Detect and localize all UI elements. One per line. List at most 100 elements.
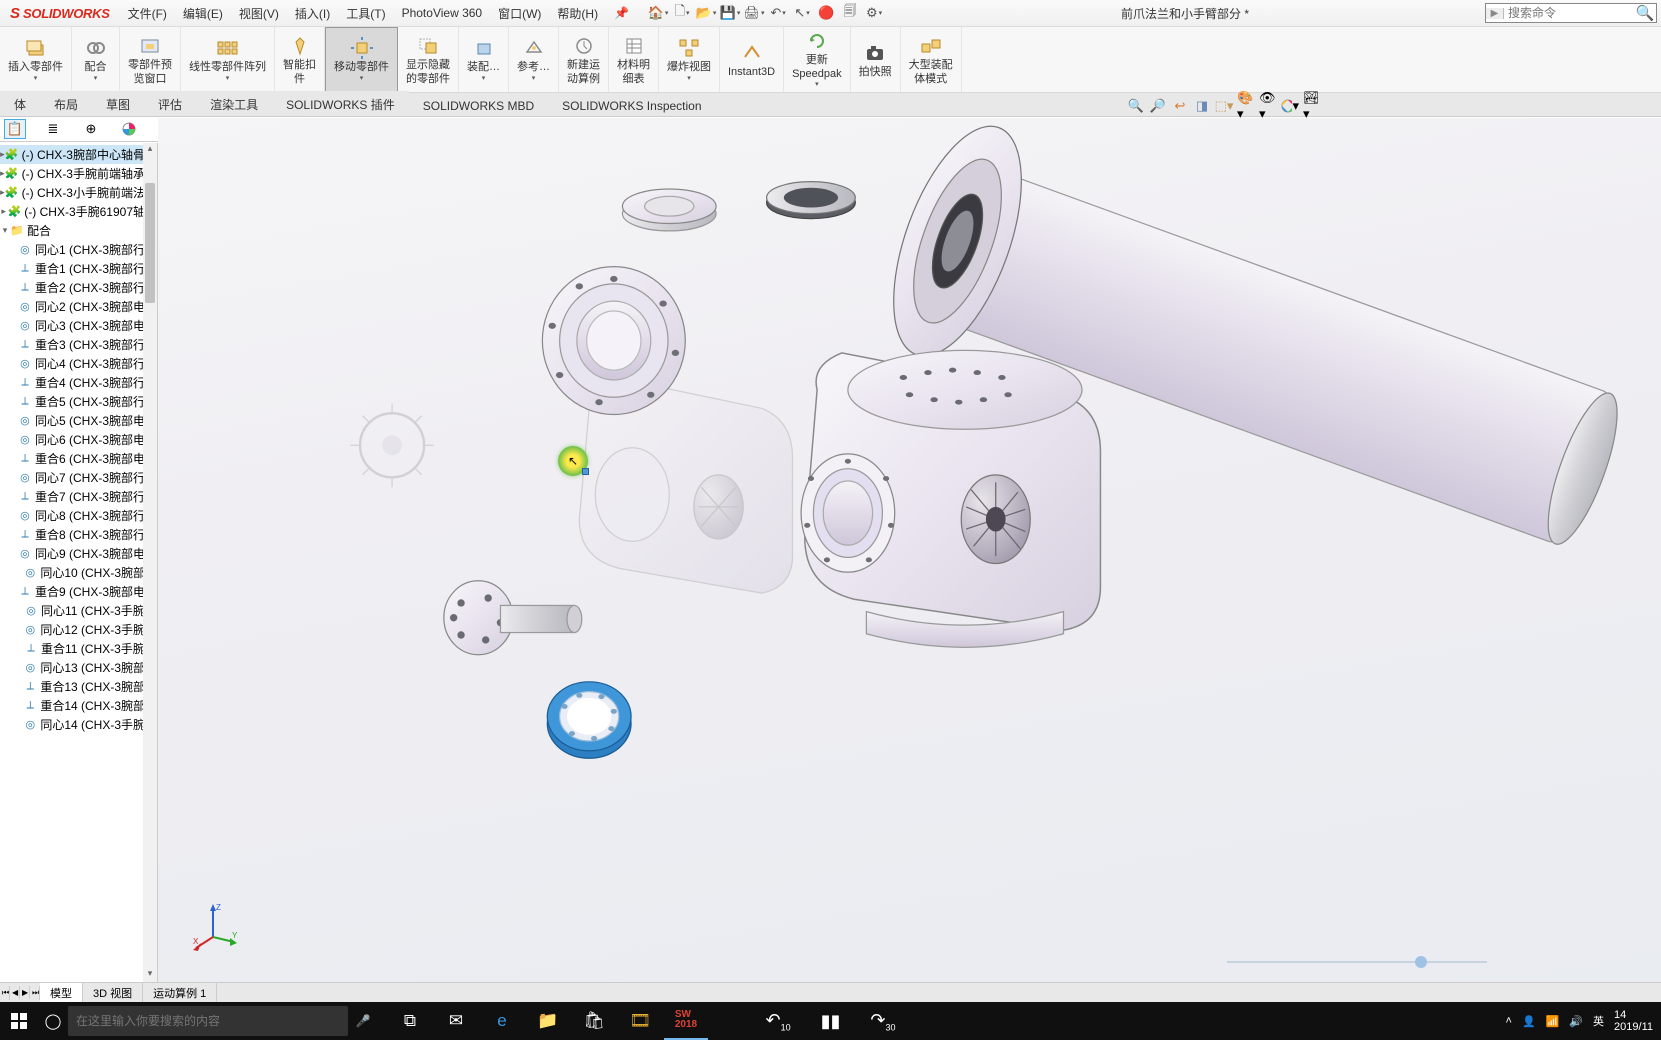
assembly-features-button[interactable]: 装配…▾ xyxy=(459,27,509,92)
tab-nav-next-icon[interactable]: ▶ xyxy=(20,986,30,999)
tree-item[interactable]: ◎ 同心10 (CHX-3腕部电 xyxy=(0,563,157,582)
bom-button[interactable]: 材料明 细表 xyxy=(609,27,659,92)
display-style-icon[interactable]: 🎨▾ xyxy=(1237,97,1255,115)
bottom-tab-motion[interactable]: 运动算例 1 xyxy=(143,983,217,1003)
tab-nav-first-icon[interactable]: ⏮ xyxy=(0,986,10,1000)
menu-edit[interactable]: 编辑(E) xyxy=(175,5,231,22)
command-search[interactable]: ▶ 🔍 xyxy=(1485,3,1657,23)
settings-icon[interactable]: ⚙▾ xyxy=(863,3,885,23)
menu-help[interactable]: 帮助(H) xyxy=(549,5,606,22)
search-scope-icon[interactable]: ▶ xyxy=(1486,8,1504,19)
tree-item[interactable]: ⟂ 重合1 (CHX-3腕部行基 xyxy=(0,259,157,278)
tab-layout[interactable]: 布局 xyxy=(40,91,92,116)
menu-view[interactable]: 视图(V) xyxy=(231,5,287,22)
tree-scrollbar[interactable]: ▴ ▾ xyxy=(143,143,157,982)
update-speedpak-button[interactable]: 更新 Speedpak▾ xyxy=(784,27,851,92)
tab-mbd[interactable]: SOLIDWORKS MBD xyxy=(409,94,548,116)
show-hidden-button[interactable]: 显示隐藏 的零部件 xyxy=(398,27,459,92)
media-pause-icon[interactable]: ▮▮ xyxy=(821,1011,841,1032)
tab-nav-prev-icon[interactable]: ◀ xyxy=(10,986,20,999)
media-forward-icon[interactable]: ↷30 xyxy=(870,1010,895,1033)
timeline-scrubber[interactable] xyxy=(1227,956,1487,968)
tab-addins[interactable]: SOLIDWORKS 插件 xyxy=(272,91,409,116)
menu-file[interactable]: 文件(F) xyxy=(120,5,175,22)
menu-photoview[interactable]: PhotoView 360 xyxy=(394,6,491,20)
exploded-view-button[interactable]: 爆炸视图▾ xyxy=(659,27,720,92)
move-component-button[interactable]: 移动零部件▾ xyxy=(325,27,398,92)
taskbar-search-input[interactable] xyxy=(76,1014,340,1028)
tree-item[interactable]: ▸ 🧩 (-) CHX-3腕部中心轴骨架 xyxy=(0,145,157,164)
tray-ime[interactable]: 英 xyxy=(1593,1013,1604,1029)
prev-view-icon[interactable]: ↩ xyxy=(1171,97,1189,115)
reference-geometry-button[interactable]: 参考…▾ xyxy=(509,27,559,92)
pin-menu-icon[interactable]: 📌 xyxy=(606,6,637,20)
view-orientation-icon[interactable]: ⬚▾ xyxy=(1215,97,1233,115)
search-input[interactable] xyxy=(1504,6,1634,20)
tree-item[interactable]: ◎ 同心8 (CHX-3腕部行基 xyxy=(0,506,157,525)
options-icon[interactable]: 🗐 xyxy=(839,3,861,23)
tray-chevron-icon[interactable]: ˄ xyxy=(1506,1015,1512,1027)
tree-item[interactable]: ◎ 同心1 (CHX-3腕部行基 xyxy=(0,240,157,259)
expand-icon[interactable]: ▸ xyxy=(0,206,7,217)
task-view-icon[interactable]: ⧉ xyxy=(388,1002,432,1040)
menu-insert[interactable]: 插入(I) xyxy=(287,5,338,22)
taskbar-search[interactable] xyxy=(68,1006,348,1036)
hide-show-icon[interactable]: 👁▾ xyxy=(1259,97,1277,115)
cortana-icon[interactable]: ◯ xyxy=(38,1012,68,1030)
tray-volume-icon[interactable]: 🔊 xyxy=(1569,1015,1583,1028)
insert-component-button[interactable]: 插入零部件▾ xyxy=(0,27,72,92)
tree-item[interactable]: ◎ 同心3 (CHX-3腕部电机 xyxy=(0,316,157,335)
configuration-tab-icon[interactable]: ⊕ xyxy=(80,119,102,139)
feature-manager-tree[interactable]: ▸ 🧩 (-) CHX-3腕部中心轴骨架 ▸ 🧩 (-) CHX-3手腕前端轴承… xyxy=(0,143,158,982)
dimxpert-tab-icon[interactable] xyxy=(118,119,140,139)
tree-item[interactable]: ◎ 同心11 (CHX-3手腕直 xyxy=(0,601,157,620)
scene-icon[interactable]: 🏞▾ xyxy=(1303,97,1321,115)
expand-icon[interactable]: ▾ xyxy=(0,225,10,236)
tray-time[interactable]: 142019/11 xyxy=(1614,1009,1653,1033)
media-back-icon[interactable]: ↶10 xyxy=(765,1010,790,1033)
tree-item[interactable]: ▾ 📁 配合 xyxy=(0,221,157,240)
select-icon[interactable]: ↖▾ xyxy=(791,3,813,23)
tree-item[interactable]: ⟂ 重合14 (CHX-3腕部行 xyxy=(0,696,157,715)
property-manager-tab-icon[interactable]: ≣ xyxy=(42,119,64,139)
tab-evaluate[interactable]: 评估 xyxy=(144,91,196,116)
new-doc-icon[interactable]: 🗋▾ xyxy=(671,3,693,23)
tree-item[interactable]: ⟂ 重合4 (CHX-3腕部行基 xyxy=(0,373,157,392)
bottom-tab-model[interactable]: 模型 xyxy=(40,983,83,1003)
feature-tree-tab-icon[interactable]: 📋 xyxy=(4,119,26,139)
zoom-fit-icon[interactable]: 🔍 xyxy=(1127,97,1145,115)
tree-item[interactable]: ▸ 🧩 (-) CHX-3小手腕前端法兰 xyxy=(0,183,157,202)
tree-item[interactable]: ⟂ 重合7 (CHX-3腕部行基 xyxy=(0,487,157,506)
scroll-down-icon[interactable]: ▾ xyxy=(143,968,157,982)
tree-item[interactable]: ◎ 同心12 (CHX-3手腕直 xyxy=(0,620,157,639)
tab-body[interactable]: 体 xyxy=(0,91,40,116)
tree-item[interactable]: ▸ 🧩 (-) CHX-3手腕61907轴承 xyxy=(0,202,157,221)
tree-item[interactable]: ◎ 同心2 (CHX-3腕部电机 xyxy=(0,297,157,316)
search-icon[interactable]: 🔍 xyxy=(1634,4,1656,22)
open-icon[interactable]: 📂▾ xyxy=(695,3,717,23)
save-icon[interactable]: 💾▾ xyxy=(719,3,741,23)
section-view-icon[interactable]: ◨ xyxy=(1193,97,1211,115)
tree-item[interactable]: ◎ 同心4 (CHX-3腕部行基 xyxy=(0,354,157,373)
print-icon[interactable]: 🖨▾ xyxy=(743,3,765,23)
tab-inspection[interactable]: SOLIDWORKS Inspection xyxy=(548,94,715,116)
store-app-icon[interactable]: 🛍 xyxy=(572,1002,616,1040)
large-assembly-button[interactable]: 大型装配 体模式 xyxy=(901,27,962,92)
tree-item[interactable]: ⟂ 重合8 (CHX-3腕部行基 xyxy=(0,525,157,544)
appearance-icon[interactable]: ▾ xyxy=(1281,97,1299,115)
snapshot-button[interactable]: 拍快照 xyxy=(851,27,901,92)
explorer-app-icon[interactable]: 📁 xyxy=(526,1002,570,1040)
tree-item[interactable]: ◎ 同心6 (CHX-3腕部电机 xyxy=(0,430,157,449)
menu-window[interactable]: 窗口(W) xyxy=(490,5,549,22)
rebuild-icon[interactable]: 🔴 xyxy=(815,3,837,23)
tree-item[interactable]: ⟂ 重合3 (CHX-3腕部行基 xyxy=(0,335,157,354)
home-icon[interactable]: 🏠▾ xyxy=(647,3,669,23)
bottom-tab-3dview[interactable]: 3D 视图 xyxy=(83,983,143,1003)
tree-item[interactable]: ▸ 🧩 (-) CHX-3手腕前端轴承顶 xyxy=(0,164,157,183)
scroll-up-icon[interactable]: ▴ xyxy=(143,143,157,157)
tab-nav-last-icon[interactable]: ⏭ xyxy=(30,986,40,1000)
undo-icon[interactable]: ↶▾ xyxy=(767,3,789,23)
zoom-area-icon[interactable]: 🔎 xyxy=(1149,97,1167,115)
potplayer-app-icon[interactable]: 🎞 xyxy=(618,1002,662,1040)
instant3d-button[interactable]: Instant3D xyxy=(720,27,784,92)
